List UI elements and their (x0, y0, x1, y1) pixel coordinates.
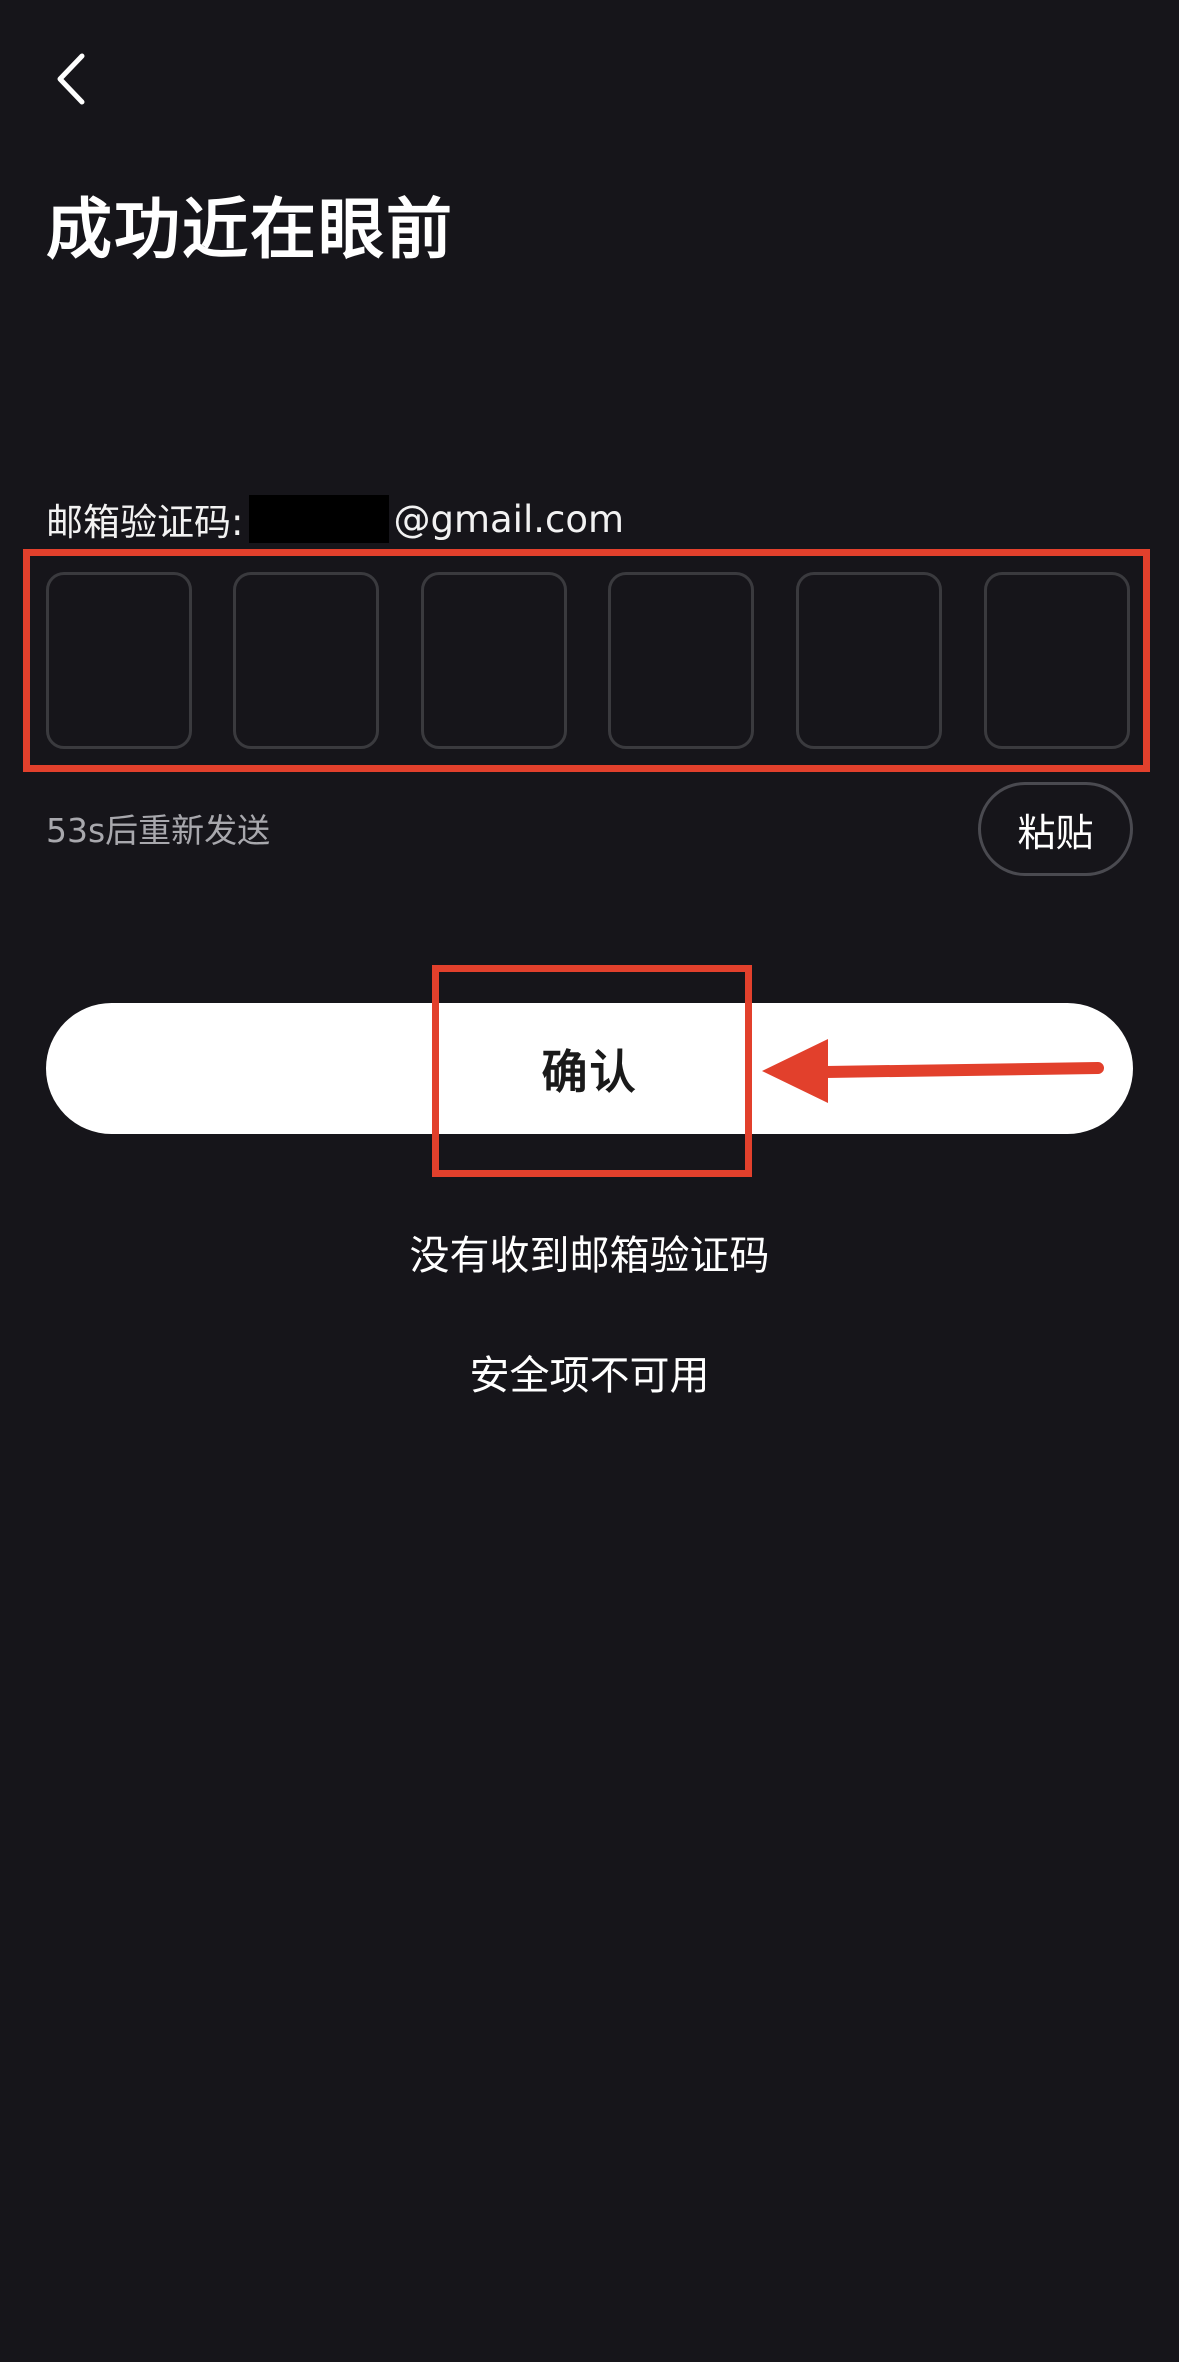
email-label: 邮箱验证码: (46, 501, 244, 544)
security-unavailable-link[interactable]: 安全项不可用 (0, 1348, 1179, 1404)
resend-countdown: 53s后重新发送 (46, 811, 271, 850)
paste-button[interactable]: 粘贴 (978, 782, 1133, 876)
code-input-highlight-annotation (23, 549, 1150, 772)
chevron-left-icon (57, 53, 85, 105)
email-code-label: 邮箱验证码: @gmail.com (46, 494, 624, 544)
no-code-received-link[interactable]: 没有收到邮箱验证码 (0, 1228, 1179, 1284)
email-redaction (249, 495, 390, 543)
back-button[interactable] (46, 44, 106, 114)
page-title: 成功近在眼前 (46, 191, 454, 268)
arrow-annotation-icon (762, 1039, 1104, 1103)
email-domain: @gmail.com (393, 497, 625, 541)
confirm-highlight-annotation (432, 965, 752, 1177)
